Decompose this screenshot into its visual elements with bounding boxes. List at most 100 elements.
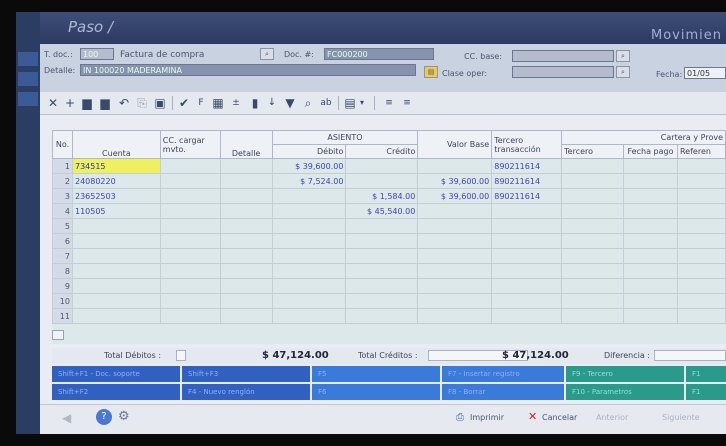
undo-icon[interactable]: ↶	[118, 95, 130, 111]
cell-base[interactable]	[417, 218, 493, 234]
cell-cartera[interactable]	[676, 203, 726, 219]
row-number[interactable]: 6	[52, 233, 73, 249]
cell-cc[interactable]	[159, 188, 221, 204]
key-f12[interactable]: F1	[686, 384, 726, 400]
align-left-icon[interactable]: ≡	[382, 95, 396, 111]
help-icon[interactable]: ?	[96, 409, 112, 425]
cell-detalle[interactable]	[219, 233, 273, 249]
cell-cuenta[interactable]: 110505	[71, 203, 161, 219]
cell-cc[interactable]	[159, 308, 221, 324]
cell-debito[interactable]	[271, 233, 347, 249]
col-header-credito[interactable]: Crédito	[345, 144, 419, 159]
cell-detalle[interactable]	[219, 293, 273, 309]
cell-cuenta[interactable]: 734515	[71, 158, 161, 174]
cell-tercero-trans[interactable]	[491, 308, 563, 324]
cell-cartera[interactable]	[676, 233, 726, 249]
tdoc-search-button[interactable]: ⌕	[260, 48, 274, 60]
cell-tercero-trans[interactable]	[491, 203, 563, 219]
col-header-detalle[interactable]: Detalle	[219, 130, 273, 159]
cell-credito[interactable]	[345, 158, 419, 174]
filter-icon[interactable]: ▼	[284, 95, 296, 111]
cell-cuenta[interactable]	[71, 263, 161, 279]
cc-base-search-button[interactable]: ⌕	[616, 50, 630, 62]
cell-cartera[interactable]	[561, 278, 624, 294]
row-number[interactable]: 9	[52, 278, 73, 294]
cell-credito[interactable]	[345, 308, 419, 324]
delete-row-icon[interactable]: ▆	[98, 95, 112, 111]
dropdown-icon[interactable]: ▾	[358, 95, 366, 111]
cell-cartera[interactable]	[676, 263, 726, 279]
cell-debito[interactable]	[271, 263, 347, 279]
cell-debito[interactable]	[271, 188, 347, 204]
cell-cartera[interactable]	[676, 158, 726, 174]
close-icon[interactable]: ✕	[46, 95, 60, 111]
cell-base[interactable]	[417, 293, 493, 309]
cell-tercero-trans[interactable]	[491, 263, 563, 279]
row-number[interactable]: 7	[52, 248, 73, 264]
cell-debito[interactable]	[271, 203, 347, 219]
cell-cartera[interactable]	[561, 293, 624, 309]
cell-cartera[interactable]	[623, 248, 678, 264]
check-icon[interactable]: ✔	[178, 95, 190, 111]
cell-credito[interactable]	[345, 218, 419, 234]
key-f4[interactable]: F4 - Nuevo renglón	[182, 384, 310, 400]
export-icon[interactable]: ▤	[344, 95, 356, 111]
cell-detalle[interactable]	[219, 188, 273, 204]
cell-debito[interactable]: $ 39,600.00	[271, 158, 347, 174]
cell-detalle[interactable]	[219, 263, 273, 279]
key-shift-f1[interactable]: Shift+F1 - Doc. soporte	[52, 366, 180, 382]
detalle-field[interactable]: IN 100020 MADERAMINA	[80, 64, 416, 76]
cell-credito[interactable]: $ 45,540.00	[345, 203, 419, 219]
gear-icon[interactable]: ⚙	[118, 409, 130, 424]
cell-base[interactable]	[417, 263, 493, 279]
grid-icon[interactable]: ▦	[212, 95, 224, 111]
fecha-field[interactable]: 01/05	[684, 67, 726, 79]
cell-credito[interactable]: $ 1,584.00	[345, 188, 419, 204]
key-shift-f2[interactable]: Shift+F2	[52, 384, 180, 400]
cell-cuenta[interactable]: 24080220	[71, 173, 161, 189]
col-header-cuenta[interactable]: Cuenta	[71, 130, 161, 159]
cell-base[interactable]: $ 39,600.00	[417, 173, 493, 189]
table-row[interactable]: 6	[52, 233, 726, 249]
cell-cuenta[interactable]	[71, 308, 161, 324]
key-f9[interactable]: F9 - Tercero	[566, 366, 684, 382]
insert-row-icon[interactable]: ▆	[80, 95, 94, 111]
clase-oper-search-button[interactable]: ⌕	[616, 66, 630, 78]
cell-tercero-trans[interactable]: 890211614	[491, 173, 563, 189]
key-f5[interactable]: F5	[312, 366, 440, 382]
cell-cartera[interactable]	[676, 308, 726, 324]
cell-detalle[interactable]	[219, 203, 273, 219]
cell-tercero-trans[interactable]: 890211614	[491, 158, 563, 174]
row-number[interactable]: 10	[52, 293, 73, 309]
cell-cartera[interactable]	[623, 263, 678, 279]
cell-cc[interactable]	[159, 263, 221, 279]
cell-cartera[interactable]	[676, 278, 726, 294]
cell-cartera[interactable]	[561, 158, 624, 174]
left-tab-3[interactable]	[18, 92, 38, 106]
imprimir-button[interactable]: Imprimir	[470, 413, 504, 422]
cell-base[interactable]	[417, 278, 493, 294]
cell-cartera[interactable]	[623, 203, 678, 219]
flag-icon[interactable]: F	[196, 95, 206, 111]
cell-cartera[interactable]	[623, 173, 678, 189]
cell-cc[interactable]	[159, 278, 221, 294]
key-f10[interactable]: F10 - Parametros	[566, 384, 684, 400]
table-row[interactable]: 11	[52, 308, 726, 324]
cell-credito[interactable]	[345, 263, 419, 279]
key-f7[interactable]: F7 - Insertar registro	[442, 366, 564, 382]
cc-base-field[interactable]	[512, 50, 614, 62]
key-f11[interactable]: F1	[686, 366, 726, 382]
row-number[interactable]: 5	[52, 218, 73, 234]
table-row[interactable]: 7	[52, 248, 726, 264]
table-row[interactable]: 3 23652503 $ 1,584.00 $ 39,600.00 890211614	[52, 188, 726, 204]
cell-base[interactable]	[417, 308, 493, 324]
cell-detalle[interactable]	[219, 278, 273, 294]
cell-credito[interactable]	[345, 293, 419, 309]
note-icon[interactable]: ▤	[424, 66, 438, 78]
table-row[interactable]: 8	[52, 263, 726, 279]
cell-cartera[interactable]	[623, 158, 678, 174]
cell-detalle[interactable]	[219, 218, 273, 234]
cell-debito[interactable]	[271, 278, 347, 294]
table-row[interactable]: 9	[52, 278, 726, 294]
search-icon[interactable]: ⌕	[302, 95, 314, 111]
